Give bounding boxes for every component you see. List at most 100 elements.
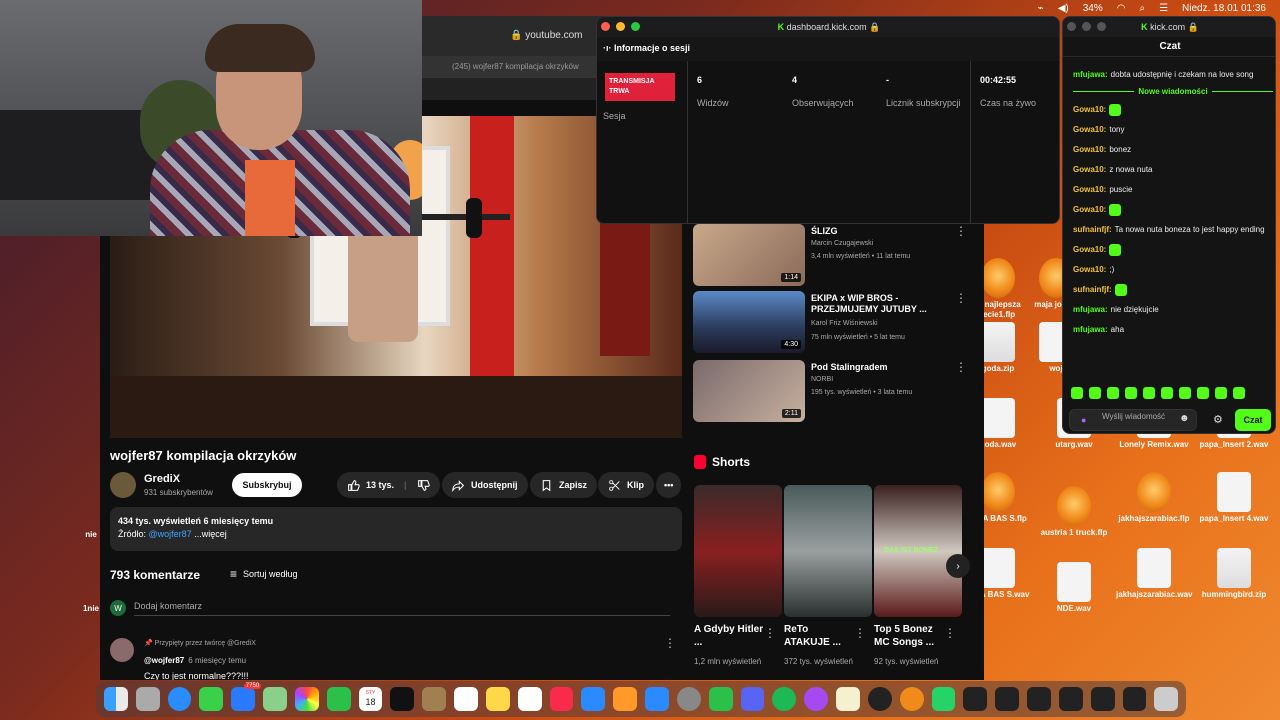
thumbs-down-icon[interactable] — [417, 479, 430, 492]
desktop-file-icon[interactable]: hummingbird.zip — [1196, 548, 1272, 600]
emote-icon[interactable] — [1215, 387, 1227, 399]
chat-username[interactable]: Gowa10: — [1073, 205, 1106, 214]
chat-username[interactable]: Gowa10: — [1073, 165, 1106, 174]
chat-message[interactable]: Gowa10: — [1073, 244, 1273, 257]
chat-message[interactable]: Gowa10: puscie — [1073, 184, 1273, 196]
finder-icon[interactable] — [104, 687, 128, 711]
spotify-icon[interactable] — [772, 687, 797, 711]
channel-avatar[interactable] — [110, 472, 136, 498]
desktop-file-icon[interactable]: papa_Insert 4.wav — [1196, 472, 1272, 524]
chat-username[interactable]: Gowa10: — [1073, 245, 1106, 254]
chat-message[interactable]: Gowa10: — [1073, 204, 1273, 217]
photos-icon[interactable] — [294, 687, 319, 711]
window-thumbnail[interactable] — [1027, 687, 1051, 711]
short-menu-icon[interactable]: ⋮ — [764, 626, 776, 640]
zoom-window-button[interactable] — [1097, 22, 1106, 31]
related-channel[interactable]: NORBI — [811, 376, 833, 383]
related-title[interactable]: ŚLIZG — [811, 226, 951, 237]
emote-icon[interactable] — [1089, 387, 1101, 399]
control-center-icon[interactable]: ☰ — [1159, 3, 1168, 14]
emote-icon[interactable] — [1143, 387, 1155, 399]
reminders-icon[interactable] — [454, 687, 478, 711]
related-menu-icon[interactable]: ⋮ — [955, 291, 967, 305]
chat-message[interactable]: mfujawa: aha — [1073, 324, 1273, 336]
search-icon[interactable]: ⌕ — [1139, 3, 1145, 14]
calendar-icon[interactable]: STY 18 — [358, 687, 383, 711]
add-comment-input[interactable]: Dodaj komentarz — [134, 601, 670, 616]
desktop-file-icon[interactable]: jakhajszarabiac.wav — [1116, 548, 1193, 600]
launchpad-icon[interactable] — [135, 687, 160, 711]
related-title[interactable]: EKIPA x WIP BROS - PRZEJMUJEMY JUTUBY ..… — [811, 293, 951, 315]
music-icon[interactable] — [549, 687, 574, 711]
share-button[interactable]: Udostępnij — [442, 472, 528, 498]
related-channel[interactable]: Karol Friz Wiśniewski — [811, 320, 878, 327]
battery-indicator[interactable]: 34% — [1083, 3, 1103, 14]
emote-icon[interactable] — [1197, 387, 1209, 399]
show-more-link[interactable]: ...więcej — [194, 529, 227, 539]
chat-username[interactable]: Gowa10: — [1073, 105, 1106, 114]
emote-icon[interactable] — [1179, 387, 1191, 399]
related-channel[interactable]: Marcin Czugajewski — [811, 240, 873, 247]
minimize-window-button[interactable] — [1082, 22, 1091, 31]
window-thumbnail[interactable] — [963, 687, 988, 711]
zoom-window-button[interactable] — [631, 22, 640, 31]
short-title[interactable]: ReTo ATAKUJE ... — [784, 623, 854, 649]
related-video[interactable]: 4:30 EKIPA x WIP BROS - PRZEJMUJEMY JUTU… — [693, 291, 973, 353]
short-title[interactable]: A Gdyby Hitler ... — [694, 623, 764, 649]
desktop-file-icon[interactable]: jakhajszarabiac.flp — [1116, 472, 1192, 524]
short-menu-icon[interactable]: ⋮ — [944, 626, 956, 640]
chat-username[interactable]: Gowa10: — [1073, 145, 1106, 154]
app-store-icon[interactable] — [645, 687, 669, 711]
emote-icon[interactable] — [1125, 387, 1137, 399]
bluetooth-icon[interactable]: ⌁ — [1038, 3, 1044, 14]
chat-message-input[interactable]: Wyślij wiadomość — [1069, 409, 1197, 431]
volume-icon[interactable]: ◀) — [1058, 3, 1069, 14]
short-menu-icon[interactable]: ⋮ — [854, 626, 866, 640]
messages-icon[interactable] — [199, 687, 224, 711]
system-settings-icon[interactable] — [676, 687, 701, 711]
messenger-icon[interactable] — [804, 687, 829, 711]
video-thumbnail[interactable]: 1:14 — [693, 224, 805, 286]
menubar-clock[interactable]: Niedz. 18.01 01:36 — [1182, 3, 1266, 14]
chat-username[interactable]: sufnainfjf: — [1073, 285, 1112, 294]
safari-icon[interactable] — [167, 687, 192, 711]
sort-comments-button[interactable]: ≡ Sortuj według — [230, 567, 298, 581]
chat-message[interactable]: sufnainfjf: — [1073, 284, 1273, 297]
desktop-file-icon[interactable]: austria 1 truck.flp — [1036, 486, 1112, 538]
close-window-button[interactable] — [1067, 22, 1076, 31]
video-thumbnail[interactable]: 4:30 — [693, 291, 805, 353]
chat-username[interactable]: sufnainfjf: — [1073, 225, 1112, 234]
address-bar[interactable]: 🔒 youtube.com — [510, 30, 583, 41]
freeform-icon[interactable] — [517, 687, 542, 711]
chat-message[interactable]: Gowa10: bonez — [1073, 144, 1273, 156]
emote-icon[interactable] — [1107, 387, 1119, 399]
comment-author[interactable]: @wojfer87 6 miesięcy temu — [144, 656, 246, 665]
window-thumbnail[interactable] — [1122, 687, 1147, 711]
keynote-icon[interactable] — [581, 687, 606, 711]
chat-username[interactable]: Gowa10: — [1073, 265, 1106, 274]
emote-icon[interactable] — [1071, 387, 1083, 399]
chat-username[interactable]: mfujawa: — [1073, 70, 1108, 79]
comment-menu-icon[interactable]: ⋮ — [664, 636, 676, 650]
window-thumbnail[interactable] — [1058, 687, 1083, 711]
like-button[interactable]: 13 tys. | — [337, 472, 440, 498]
related-video[interactable]: 2:11 Pod Stalingradem NORBI 195 tys. wyś… — [693, 360, 973, 422]
short-thumbnail[interactable] — [694, 485, 782, 617]
related-menu-icon[interactable]: ⋮ — [955, 224, 967, 238]
chat-username[interactable]: mfujawa: — [1073, 325, 1108, 334]
clip-button[interactable]: Klip — [598, 472, 654, 498]
chat-username[interactable]: Gowa10: — [1073, 125, 1106, 134]
fl-studio-icon[interactable] — [899, 687, 924, 711]
pages-icon[interactable] — [613, 687, 638, 711]
window-thumbnail[interactable] — [1090, 687, 1115, 711]
comment-avatar[interactable] — [110, 638, 134, 662]
shorts-next-button[interactable]: › — [946, 554, 970, 578]
related-title[interactable]: Pod Stalingradem — [811, 362, 951, 373]
close-window-button[interactable] — [601, 22, 610, 31]
chat-username[interactable]: mfujawa: — [1073, 305, 1108, 314]
whatsapp-icon[interactable] — [931, 687, 956, 711]
more-actions-button[interactable]: ••• — [656, 472, 682, 498]
apple-tv-icon[interactable] — [390, 687, 415, 711]
chat-messages[interactable]: mfujawa: dobta udostępnię i czekam na lov… — [1073, 69, 1273, 344]
facetime-icon[interactable] — [326, 687, 351, 711]
